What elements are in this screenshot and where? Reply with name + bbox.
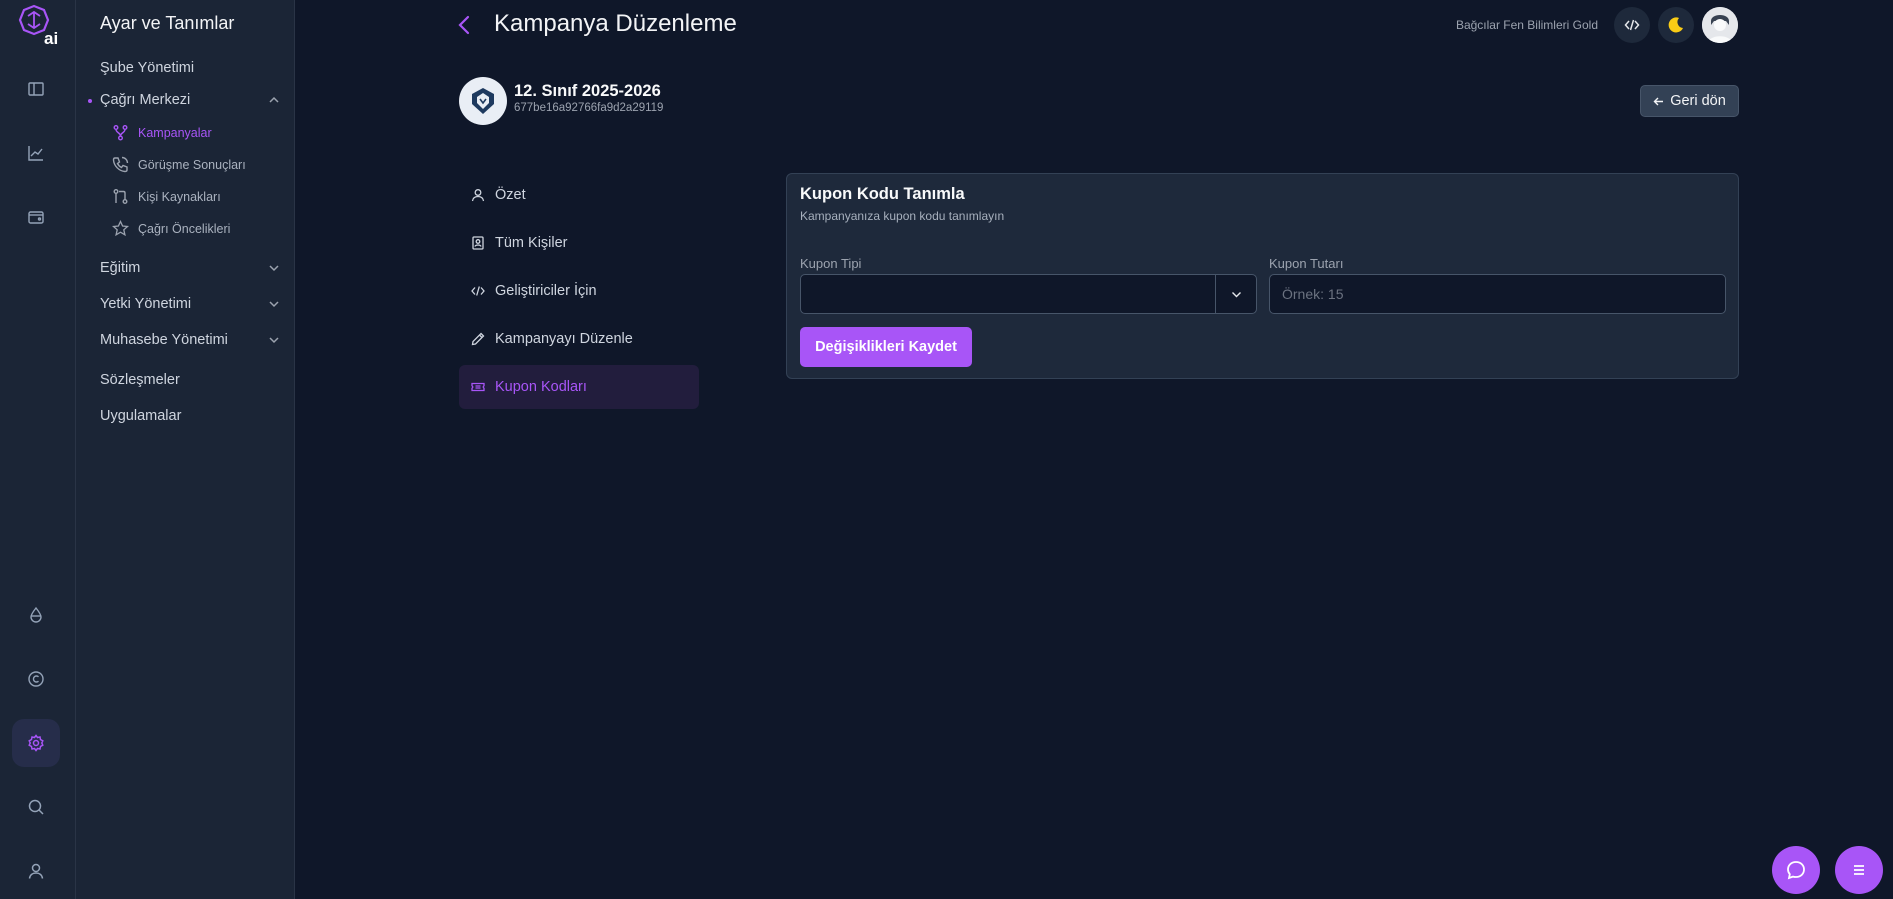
- git-branch-icon: [113, 125, 128, 141]
- campaign-id: 677be16a92766fa9d2a29119: [514, 102, 664, 114]
- code-icon: [1624, 19, 1640, 31]
- ticket-icon: [471, 382, 485, 392]
- search-icon: [28, 799, 44, 815]
- nav-kupon-kodlari[interactable]: Kupon Kodları: [459, 365, 699, 409]
- sidebar-item-label: Çağrı Merkezi: [100, 92, 191, 108]
- layout-icon: [28, 82, 44, 96]
- nav-label: Geliştiriciler İçin: [495, 283, 597, 299]
- sidebar-item-label: Uygulamalar: [100, 408, 182, 424]
- rail-drop[interactable]: [12, 591, 60, 639]
- sidebar-item-sozlesmeler[interactable]: Sözleşmeler: [100, 372, 280, 388]
- rail-profile[interactable]: [12, 847, 60, 895]
- sidebar-sub-kampanyalar[interactable]: Kampanyalar: [112, 124, 212, 141]
- star-icon: [112, 220, 129, 237]
- settings-sidebar: Ayar ve Tanımlar Şube Yönetimi Çağrı Mer…: [76, 0, 295, 899]
- rail-dashboard[interactable]: [12, 65, 60, 113]
- nav-label: Özet: [495, 187, 526, 203]
- menu-button[interactable]: [1835, 846, 1883, 894]
- sidebar-sub-label: Görüşme Sonuçları: [138, 157, 246, 172]
- sidebar-item-cagri-merkezi[interactable]: Çağrı Merkezi: [100, 92, 280, 108]
- nav-tum-kisiler[interactable]: Tüm Kişiler: [459, 221, 699, 265]
- sidebar-item-uygulamalar[interactable]: Uygulamalar: [100, 408, 280, 424]
- card-title: Kupon Kodu Tanımla: [800, 185, 965, 203]
- git-compare-icon: [113, 189, 128, 204]
- moon-icon: [1668, 17, 1683, 33]
- select-divider: [1215, 275, 1216, 313]
- page-title: Kampanya Düzenleme: [494, 10, 737, 37]
- sidebar-sub-label: Kişi Kaynakları: [138, 189, 221, 204]
- kupon-tipi-select[interactable]: [800, 274, 1257, 314]
- developer-button[interactable]: [1614, 7, 1650, 43]
- rail-search[interactable]: [12, 783, 60, 831]
- sidebar-item-egitim[interactable]: Eğitim: [100, 260, 280, 276]
- sidebar-sub-gorusme-sonuclari[interactable]: Görüşme Sonuçları: [112, 156, 246, 173]
- rail-finance[interactable]: [12, 193, 60, 241]
- sidebar-item-label: Eğitim: [100, 260, 141, 276]
- chart-icon: [28, 146, 43, 161]
- card-subtitle: Kampanyanıza kupon kodu tanımlayın: [800, 209, 1005, 223]
- arrow-left-icon: [1653, 97, 1664, 105]
- menu-icon: [1854, 865, 1864, 875]
- active-dot: [88, 99, 92, 103]
- theme-toggle-button[interactable]: [1658, 7, 1694, 43]
- kupon-tutari-label: Kupon Tutarı: [1269, 256, 1344, 271]
- user-icon: [471, 189, 485, 202]
- sidebar-item-yetki[interactable]: Yetki Yönetimi: [100, 296, 280, 312]
- sidebar-item-label: Muhasebe Yönetimi: [100, 332, 228, 348]
- drop-icon: [30, 606, 42, 623]
- coupon-card: Kupon Kodu Tanımla Kampanyanıza kupon ko…: [786, 173, 1739, 379]
- copyright-icon: [28, 671, 44, 687]
- shield-logo-icon: [472, 88, 494, 114]
- sidebar-item-label: Yetki Yönetimi: [100, 296, 192, 312]
- chevron-down-icon: [269, 265, 279, 272]
- rail-copyright[interactable]: [12, 655, 60, 703]
- nav-label: Kupon Kodları: [495, 379, 587, 395]
- campaign-name: 12. Sınıf 2025-2026: [514, 82, 661, 100]
- brand-logo[interactable]: ai: [10, 4, 62, 48]
- campaign-logo: [459, 77, 507, 125]
- chevron-down-icon: [269, 301, 279, 308]
- back-button[interactable]: Geri dön: [1640, 85, 1739, 117]
- nav-ozet[interactable]: Özet: [459, 173, 699, 217]
- sidebar-sub-kisi-kaynaklari[interactable]: Kişi Kaynakları: [112, 188, 221, 205]
- sidebar-sub-cagri-oncelikleri[interactable]: Çağrı Öncelikleri: [112, 220, 230, 237]
- code-icon: [471, 286, 485, 296]
- nav-kampanyayi-duzenle[interactable]: Kampanyayı Düzenle: [459, 317, 699, 361]
- wallet-icon: [28, 211, 44, 224]
- organization-name[interactable]: Bağcılar Fen Bilimleri Gold: [1456, 18, 1598, 32]
- chevron-down-icon: [269, 337, 279, 344]
- nav-label: Tüm Kişiler: [495, 235, 568, 251]
- svg-text:ai: ai: [44, 29, 58, 48]
- nav-gelistiriciler[interactable]: Geliştiriciler İçin: [459, 269, 699, 313]
- sidebar-item-label: Sözleşmeler: [100, 372, 180, 388]
- back-button-label: Geri dön: [1670, 93, 1726, 109]
- chevron-left-icon[interactable]: [454, 13, 476, 37]
- settings-icon: [28, 734, 44, 752]
- rail-settings[interactable]: [12, 719, 60, 767]
- kupon-tutari-input[interactable]: [1269, 274, 1726, 314]
- phone-call-icon: [112, 156, 129, 173]
- sidebar-item-label: Şube Yönetimi: [100, 60, 195, 76]
- sidebar-sub-label: Çağrı Öncelikleri: [138, 221, 231, 236]
- avatar[interactable]: [1702, 7, 1738, 43]
- kupon-tipi-label: Kupon Tipi: [800, 256, 862, 271]
- nav-label: Kampanyayı Düzenle: [495, 331, 633, 347]
- chevron-down-icon[interactable]: [1230, 288, 1243, 301]
- sidebar-title: Ayar ve Tanımlar: [100, 13, 235, 33]
- chat-icon: [1787, 861, 1805, 880]
- sidebar-item-sube[interactable]: Şube Yönetimi: [100, 60, 280, 76]
- icon-rail: ai: [0, 0, 76, 899]
- user-icon: [28, 863, 44, 879]
- sidebar-item-muhasebe[interactable]: Muhasebe Yönetimi: [100, 332, 280, 348]
- chat-button[interactable]: [1772, 846, 1820, 894]
- rail-reports[interactable]: [12, 129, 60, 177]
- pencil-icon: [471, 332, 485, 346]
- save-changes-button[interactable]: Değişiklikleri Kaydet: [800, 327, 972, 367]
- contact-book-icon: [472, 236, 484, 250]
- chevron-up-icon: [269, 96, 279, 103]
- sidebar-sub-label: Kampanyalar: [138, 125, 212, 140]
